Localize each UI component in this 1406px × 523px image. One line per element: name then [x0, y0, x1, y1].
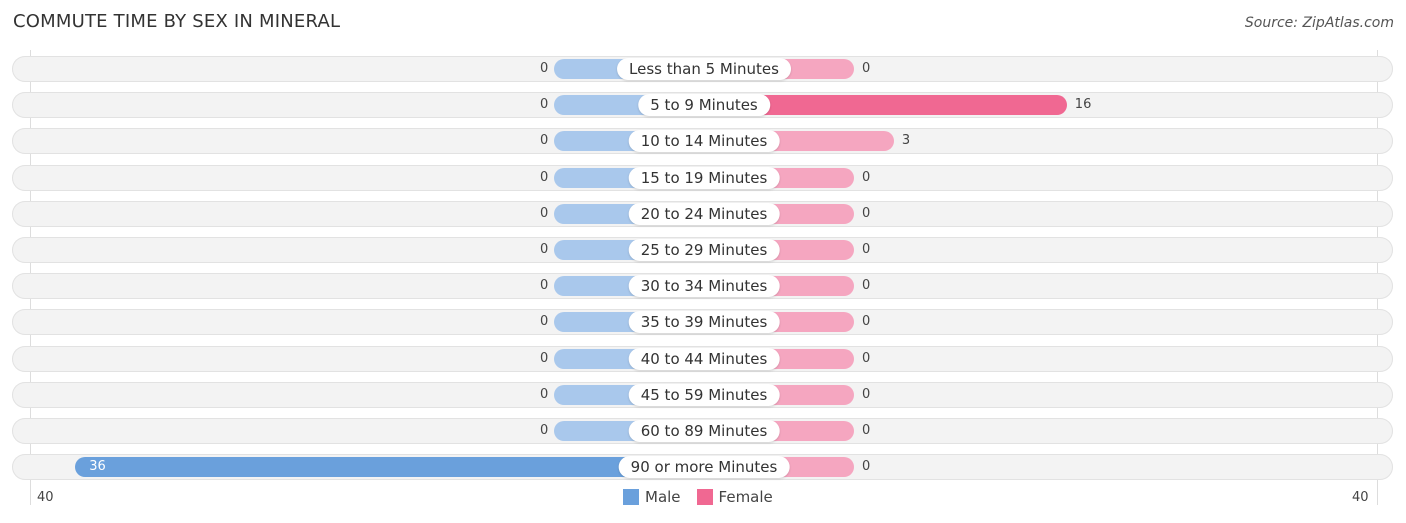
- category-label: 90 or more Minutes: [618, 456, 790, 479]
- female-value-label: 0: [862, 350, 871, 366]
- category-label: 45 to 59 Minutes: [628, 383, 780, 406]
- category-label: 25 to 29 Minutes: [628, 239, 780, 261]
- category-label: 10 to 14 Minutes: [628, 130, 780, 153]
- female-value-label: 0: [862, 242, 871, 257]
- male-value-label: 0: [540, 314, 549, 330]
- legend: Male Female: [623, 488, 773, 506]
- female-value-label: 0: [862, 61, 871, 76]
- chart-title: COMMUTE TIME BY SEX IN MINERAL: [13, 11, 341, 32]
- axis-right-label: 40: [1352, 490, 1369, 505]
- male-bar: [75, 457, 704, 478]
- male-value-label: 0: [540, 278, 549, 294]
- female-value-label: 0: [862, 314, 871, 330]
- legend-female-swatch: [696, 489, 713, 505]
- category-label: 35 to 39 Minutes: [628, 311, 780, 334]
- male-value-label: 0: [540, 169, 549, 185]
- male-value-label: 0: [540, 97, 549, 113]
- female-value-label: 0: [862, 459, 871, 475]
- female-value-label: 3: [901, 133, 911, 149]
- legend-male-swatch: [623, 489, 639, 505]
- male-value-label: 36: [89, 459, 106, 475]
- female-value-label: 0: [862, 386, 871, 402]
- female-value-label: 0: [862, 205, 871, 221]
- category-label: 15 to 19 Minutes: [628, 166, 780, 189]
- female-value-label: 0: [862, 278, 871, 294]
- female-value-label: 16: [1074, 97, 1092, 113]
- male-value-label: 0: [540, 423, 549, 438]
- male-value-label: 0: [540, 386, 549, 402]
- legend-female-label: Female: [718, 488, 773, 506]
- legend-male-label: Male: [645, 488, 681, 506]
- male-value-label: 0: [540, 61, 549, 76]
- female-value-label: 0: [862, 423, 871, 438]
- category-label: 30 to 34 Minutes: [628, 275, 780, 298]
- male-value-label: 0: [540, 242, 549, 257]
- category-label: 5 to 9 Minutes: [638, 94, 770, 117]
- category-label: 20 to 24 Minutes: [628, 202, 780, 225]
- axis-left-label: 40: [37, 490, 54, 505]
- female-value-label: 0: [862, 169, 871, 185]
- male-value-label: 0: [540, 205, 549, 221]
- male-value-label: 0: [540, 350, 549, 366]
- male-value-label: 0: [540, 133, 549, 149]
- category-label: Less than 5 Minutes: [617, 58, 791, 80]
- source-label: Source: ZipAtlas.com: [1244, 15, 1394, 31]
- category-label: 40 to 44 Minutes: [628, 347, 780, 370]
- category-label: 60 to 89 Minutes: [628, 420, 780, 442]
